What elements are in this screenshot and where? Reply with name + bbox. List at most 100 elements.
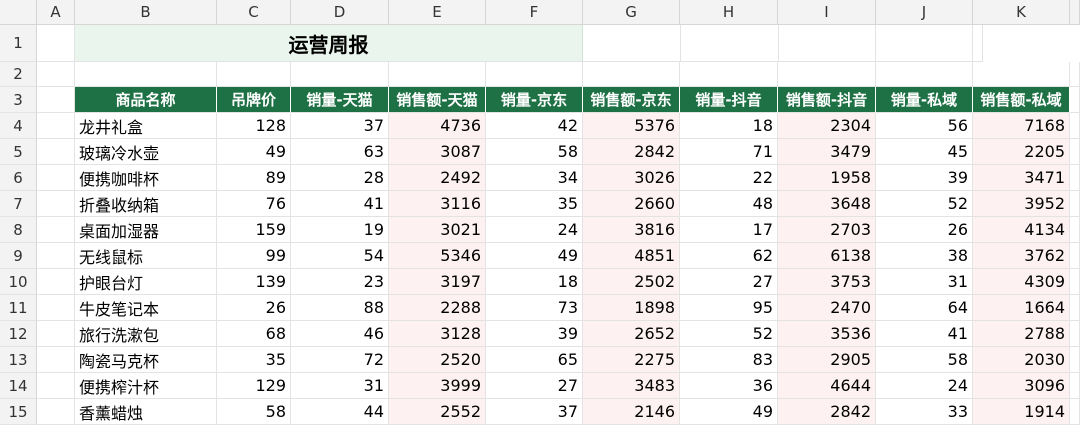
row-number[interactable]: 12 — [0, 321, 37, 347]
qty-douyin-cell[interactable]: 49 — [680, 399, 778, 425]
cell-i2[interactable] — [778, 62, 876, 87]
sales-jd-cell[interactable]: 2660 — [583, 191, 680, 217]
sales-private-cell[interactable]: 1914 — [973, 399, 1070, 425]
header-qty-douyin[interactable]: 销量-抖音 — [680, 87, 778, 113]
sales-private-cell[interactable]: 2788 — [973, 321, 1070, 347]
product-name-cell[interactable]: 玻璃冷水壶 — [75, 139, 217, 165]
qty-private-cell[interactable]: 26 — [876, 217, 973, 243]
sales-private-cell[interactable]: 4309 — [973, 269, 1070, 295]
cell-h1[interactable] — [583, 25, 681, 62]
qty-douyin-cell[interactable]: 17 — [680, 217, 778, 243]
sales-douyin-cell[interactable]: 2842 — [778, 399, 876, 425]
qty-jd-cell[interactable]: 73 — [486, 295, 583, 321]
sales-jd-cell[interactable]: 4851 — [583, 243, 680, 269]
qty-tmall-cell[interactable]: 31 — [291, 373, 389, 399]
row-number[interactable]: 13 — [0, 347, 37, 373]
qty-tmall-cell[interactable]: 19 — [291, 217, 389, 243]
cell-a[interactable] — [37, 295, 75, 321]
sales-jd-cell[interactable]: 3483 — [583, 373, 680, 399]
product-name-cell[interactable]: 龙井礼盒 — [75, 113, 217, 139]
sales-douyin-cell[interactable]: 3536 — [778, 321, 876, 347]
sales-jd-cell[interactable]: 3816 — [583, 217, 680, 243]
row-number[interactable]: 15 — [0, 399, 37, 425]
sales-tmall-cell[interactable]: 3116 — [389, 191, 486, 217]
sales-jd-cell[interactable]: 5376 — [583, 113, 680, 139]
qty-jd-cell[interactable]: 58 — [486, 139, 583, 165]
qty-jd-cell[interactable]: 49 — [486, 243, 583, 269]
sales-jd-cell[interactable]: 2652 — [583, 321, 680, 347]
cell-a3[interactable] — [37, 87, 75, 113]
row-number[interactable]: 2 — [0, 62, 37, 87]
header-sales-private[interactable]: 销售额-私域 — [973, 87, 1070, 113]
sales-tmall-cell[interactable]: 2520 — [389, 347, 486, 373]
column-header-g[interactable]: G — [583, 0, 680, 25]
row-number[interactable]: 7 — [0, 191, 37, 217]
qty-private-cell[interactable]: 58 — [876, 347, 973, 373]
qty-jd-cell[interactable]: 65 — [486, 347, 583, 373]
tag-price-cell[interactable]: 76 — [217, 191, 291, 217]
tag-price-cell[interactable]: 68 — [217, 321, 291, 347]
sales-private-cell[interactable]: 3471 — [973, 165, 1070, 191]
cell-h2[interactable] — [680, 62, 778, 87]
product-name-cell[interactable]: 折叠收纳箱 — [75, 191, 217, 217]
row-number[interactable]: 5 — [0, 139, 37, 165]
sales-douyin-cell[interactable]: 2703 — [778, 217, 876, 243]
sales-douyin-cell[interactable]: 3479 — [778, 139, 876, 165]
qty-private-cell[interactable]: 45 — [876, 139, 973, 165]
sales-douyin-cell[interactable]: 1958 — [778, 165, 876, 191]
sales-tmall-cell[interactable]: 5346 — [389, 243, 486, 269]
sales-jd-cell[interactable]: 2842 — [583, 139, 680, 165]
qty-jd-cell[interactable]: 18 — [486, 269, 583, 295]
qty-jd-cell[interactable]: 42 — [486, 113, 583, 139]
sales-private-cell[interactable]: 4134 — [973, 217, 1070, 243]
column-header-e[interactable]: E — [389, 0, 486, 25]
cell-a[interactable] — [37, 113, 75, 139]
qty-douyin-cell[interactable]: 62 — [680, 243, 778, 269]
sales-douyin-cell[interactable]: 3648 — [778, 191, 876, 217]
sales-tmall-cell[interactable]: 3087 — [389, 139, 486, 165]
sales-private-cell[interactable]: 3762 — [973, 243, 1070, 269]
cell-a[interactable] — [37, 347, 75, 373]
sales-jd-cell[interactable]: 2275 — [583, 347, 680, 373]
row-number[interactable]: 1 — [0, 25, 37, 62]
qty-jd-cell[interactable]: 24 — [486, 217, 583, 243]
header-sales-tmall[interactable]: 销售额-天猫 — [389, 87, 486, 113]
qty-tmall-cell[interactable]: 72 — [291, 347, 389, 373]
qty-private-cell[interactable]: 33 — [876, 399, 973, 425]
column-header-a[interactable]: A — [37, 0, 75, 25]
header-sales-douyin[interactable]: 销售额-抖音 — [778, 87, 876, 113]
select-all-corner[interactable] — [0, 0, 37, 25]
sales-jd-cell[interactable]: 2502 — [583, 269, 680, 295]
qty-private-cell[interactable]: 64 — [876, 295, 973, 321]
column-header-k[interactable]: K — [973, 0, 1070, 25]
qty-private-cell[interactable]: 24 — [876, 373, 973, 399]
column-header-f[interactable]: F — [486, 0, 583, 25]
product-name-cell[interactable]: 护眼台灯 — [75, 269, 217, 295]
sales-douyin-cell[interactable]: 3753 — [778, 269, 876, 295]
sales-douyin-cell[interactable]: 2470 — [778, 295, 876, 321]
cell-i1[interactable] — [681, 25, 779, 62]
header-product-name[interactable]: 商品名称 — [75, 87, 217, 113]
qty-jd-cell[interactable]: 34 — [486, 165, 583, 191]
cell-a[interactable] — [37, 243, 75, 269]
cell-f2[interactable] — [486, 62, 583, 87]
cell-a[interactable] — [37, 373, 75, 399]
qty-private-cell[interactable]: 56 — [876, 113, 973, 139]
sales-douyin-cell[interactable]: 4644 — [778, 373, 876, 399]
sales-jd-cell[interactable]: 3026 — [583, 165, 680, 191]
qty-douyin-cell[interactable]: 52 — [680, 321, 778, 347]
report-title[interactable]: 运营周报 — [75, 25, 583, 62]
product-name-cell[interactable]: 便携咖啡杯 — [75, 165, 217, 191]
column-header-i[interactable]: I — [778, 0, 876, 25]
header-qty-tmall[interactable]: 销量-天猫 — [291, 87, 389, 113]
qty-tmall-cell[interactable]: 44 — [291, 399, 389, 425]
qty-tmall-cell[interactable]: 23 — [291, 269, 389, 295]
cell-a[interactable] — [37, 321, 75, 347]
sales-tmall-cell[interactable]: 2492 — [389, 165, 486, 191]
sales-tmall-cell[interactable]: 3197 — [389, 269, 486, 295]
tag-price-cell[interactable]: 129 — [217, 373, 291, 399]
cell-a[interactable] — [37, 139, 75, 165]
product-name-cell[interactable]: 旅行洗漱包 — [75, 321, 217, 347]
qty-tmall-cell[interactable]: 46 — [291, 321, 389, 347]
header-qty-private[interactable]: 销量-私域 — [876, 87, 973, 113]
